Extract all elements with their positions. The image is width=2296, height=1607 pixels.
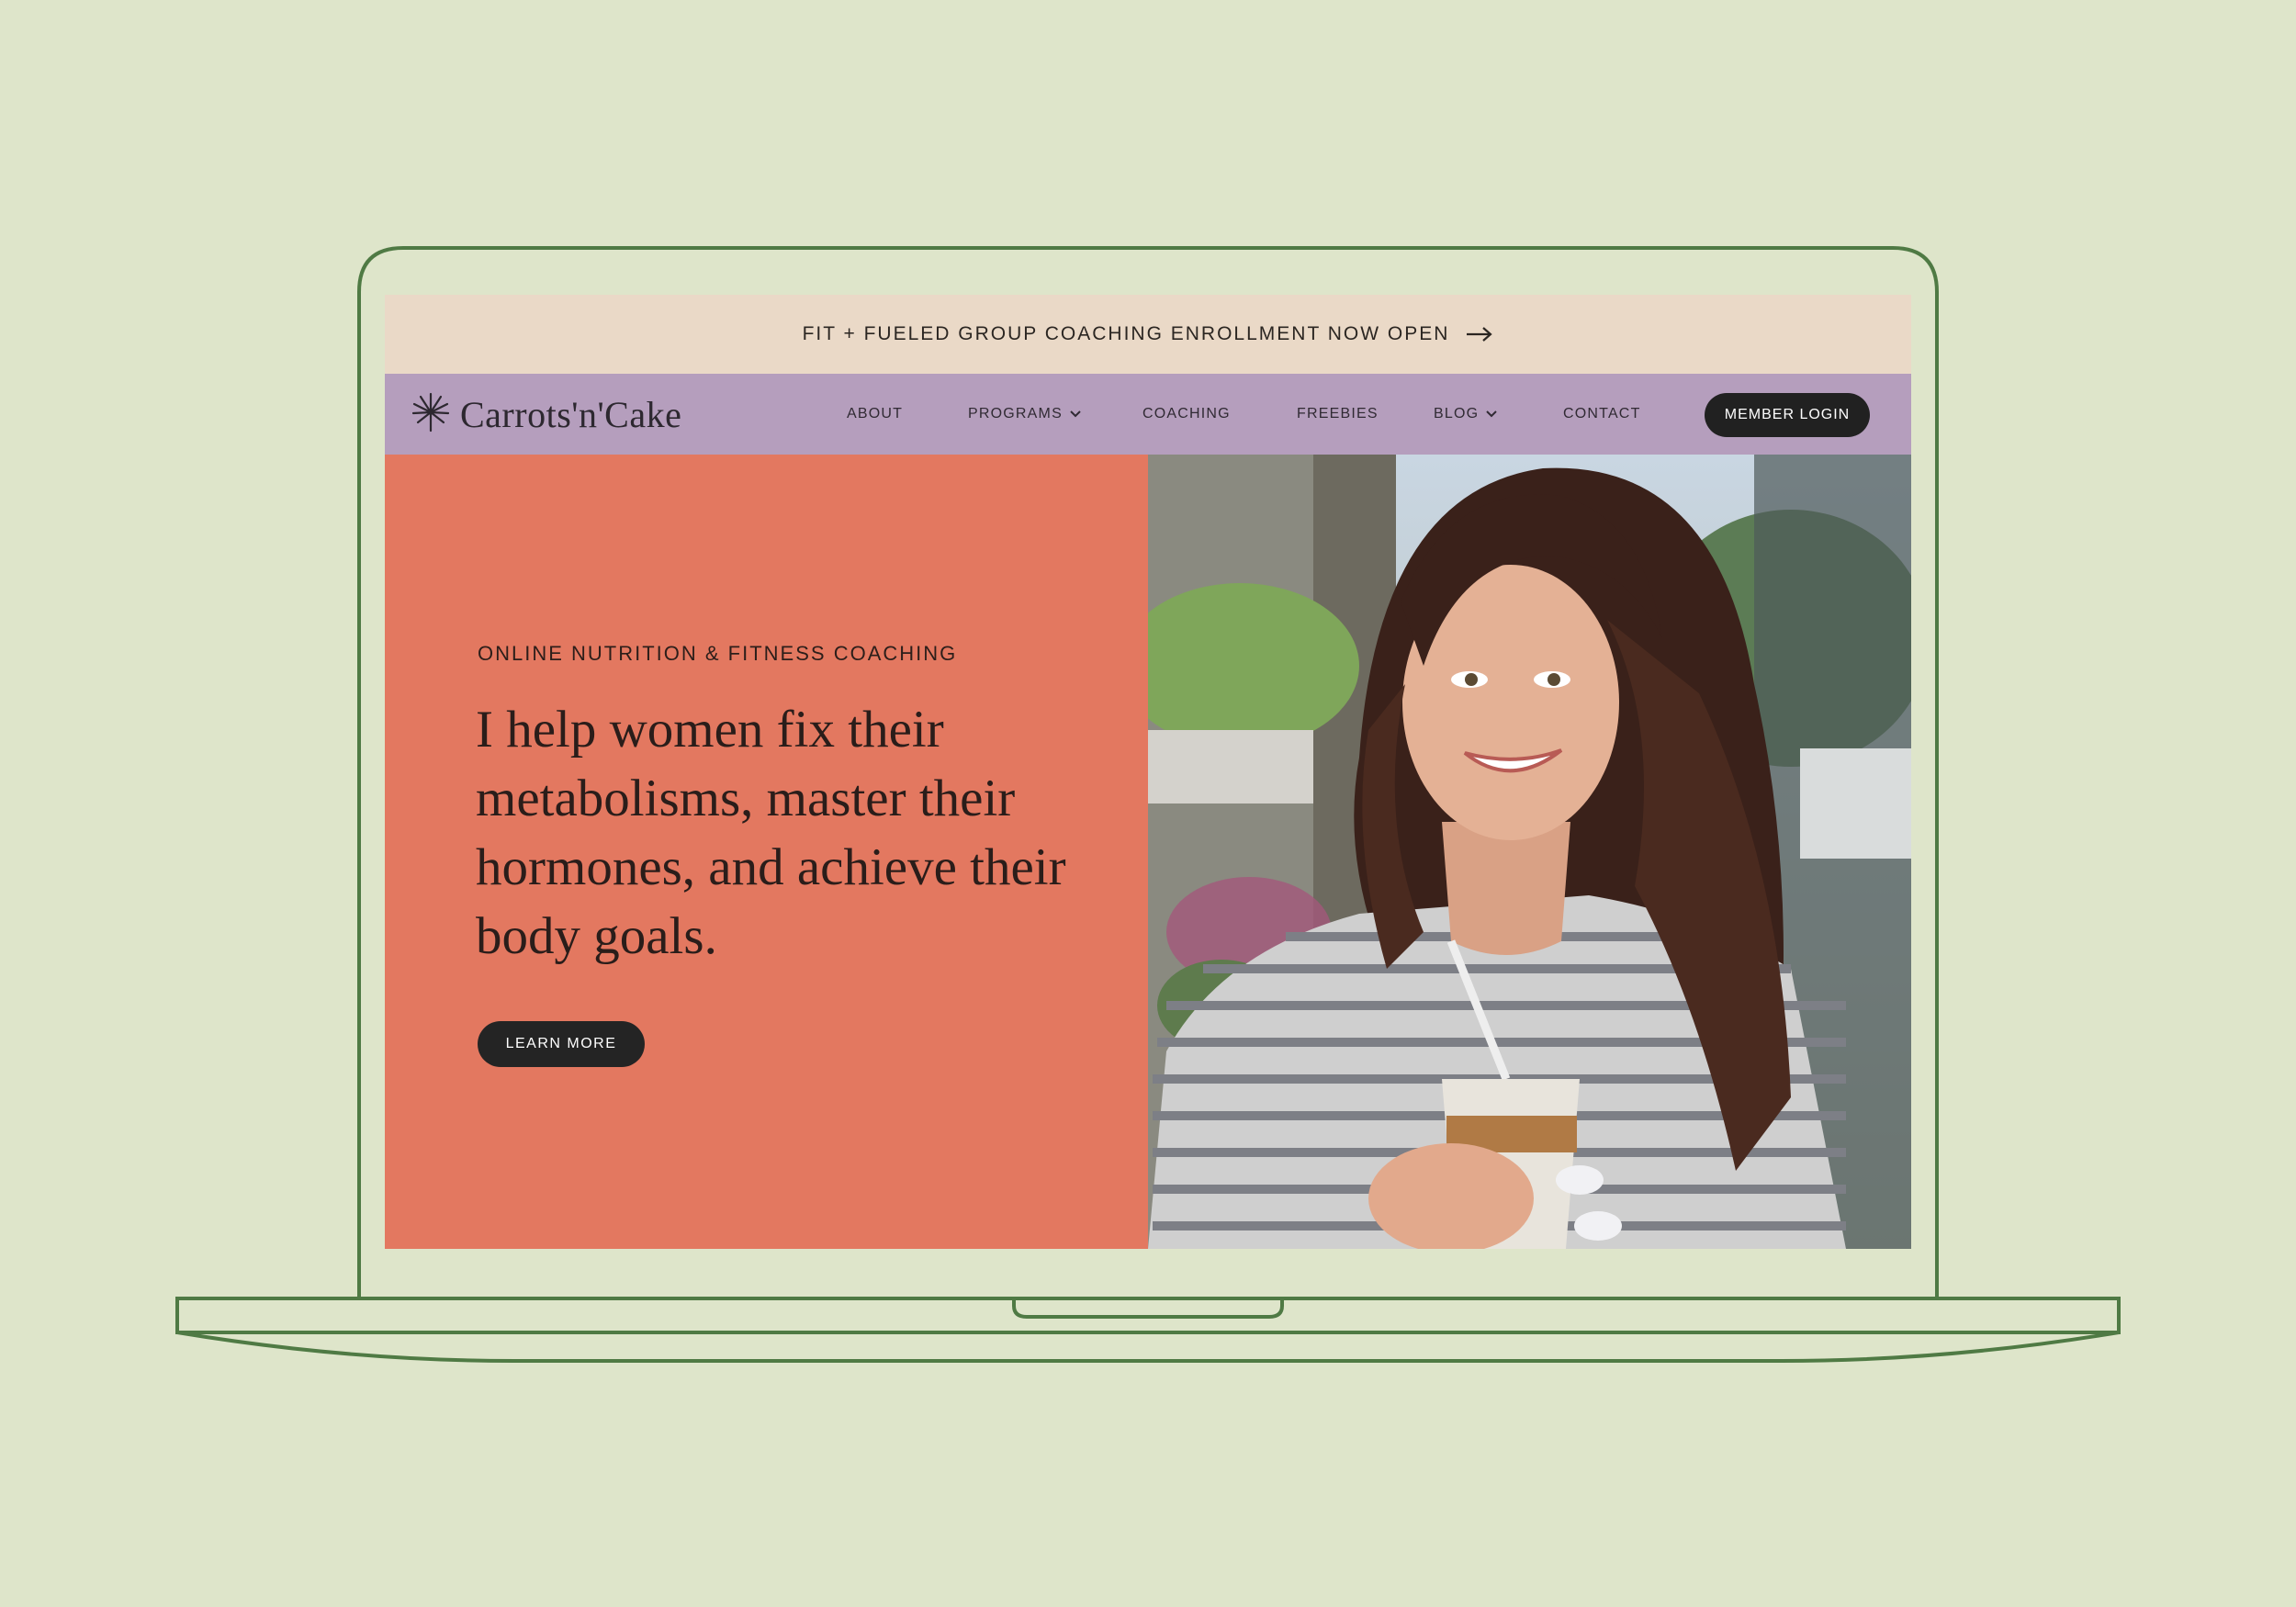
nav-item-label: COACHING	[1142, 406, 1231, 421]
hero-photo	[1148, 455, 1911, 1249]
nav-item-label: FREEBIES	[1297, 406, 1379, 421]
nav-item-programs[interactable]: PROGRAMS	[968, 401, 1081, 427]
chevron-down-icon	[1070, 406, 1081, 422]
hero-eyebrow: ONLINE NUTRITION & FITNESS COACHING	[478, 642, 958, 665]
site-logo[interactable]: Carrots'n'Cake	[411, 392, 682, 437]
arrow-right-icon[interactable]	[1466, 326, 1493, 343]
hero-text-panel: ONLINE NUTRITION & FITNESS COACHING I he…	[385, 455, 1148, 1249]
announcement-bar[interactable]: FIT + FUELED GROUP COACHING ENROLLMENT N…	[385, 295, 1911, 374]
nav-item-freebies[interactable]: FREEBIES	[1297, 401, 1379, 427]
learn-more-button[interactable]: LEARN MORE	[478, 1021, 645, 1067]
nav-item-about[interactable]: ABOUT	[847, 401, 903, 427]
chevron-down-icon	[1486, 406, 1497, 422]
main-navigation: Carrots'n'Cake ABOUT PROGRAMS COACHING F…	[385, 374, 1911, 455]
website-screen: FIT + FUELED GROUP COACHING ENROLLMENT N…	[385, 295, 1911, 1249]
nav-item-blog[interactable]: BLOG	[1434, 401, 1497, 427]
nav-item-contact[interactable]: CONTACT	[1563, 401, 1641, 427]
nav-item-coaching[interactable]: COACHING	[1142, 401, 1231, 427]
announcement-text[interactable]: FIT + FUELED GROUP COACHING ENROLLMENT N…	[803, 323, 1450, 345]
nav-item-label: ABOUT	[847, 406, 904, 421]
leaf-burst-icon	[411, 392, 450, 437]
nav-item-label: CONTACT	[1563, 406, 1641, 421]
nav-item-label: BLOG	[1434, 406, 1480, 421]
logo-text: Carrots'n'Cake	[460, 393, 682, 435]
member-login-button[interactable]: MEMBER LOGIN	[1705, 393, 1870, 437]
hero-headline: I help women fix their metabolisms, mast…	[476, 701, 1066, 965]
nav-item-label: PROGRAMS	[968, 406, 1063, 421]
